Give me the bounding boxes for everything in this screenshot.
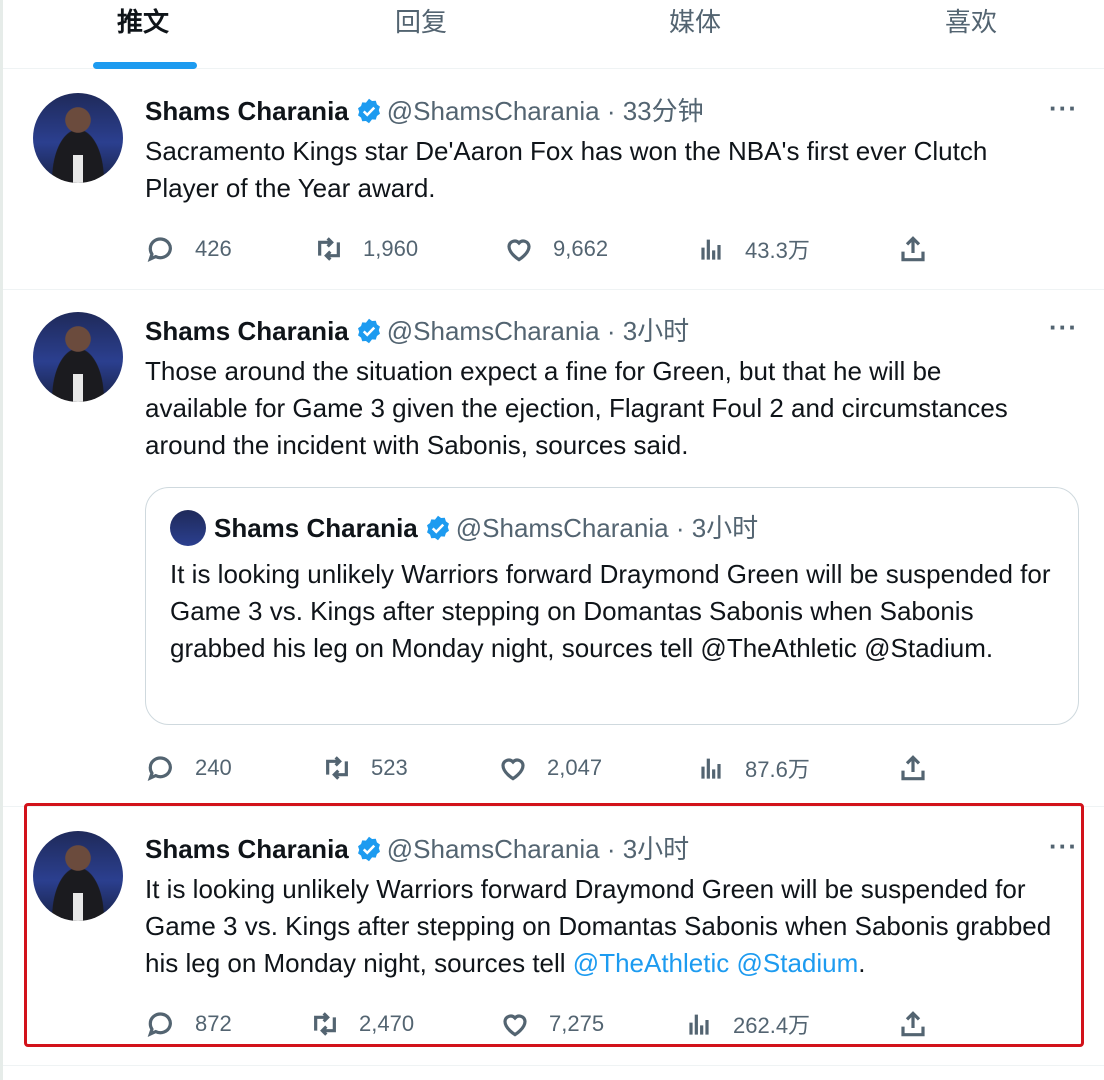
reply-icon xyxy=(147,756,172,781)
analytics-icon xyxy=(701,758,721,779)
retweet-button[interactable]: 1,960 xyxy=(313,229,418,269)
like-count: 9,662 xyxy=(553,236,609,261)
views-button[interactable]: 87.6万 xyxy=(695,748,810,788)
tweet[interactable]: Shams Charania @ShamsCharania · 3小时 ··· T… xyxy=(3,290,1104,807)
tab-likes[interactable]: 喜欢 xyxy=(871,0,1071,68)
retweet-icon xyxy=(318,237,340,261)
retweet-icon xyxy=(326,756,348,780)
author-name[interactable]: Shams Charania xyxy=(145,316,349,346)
tab-replies[interactable]: 回复 xyxy=(321,0,521,68)
heart-icon xyxy=(507,239,531,262)
retweet-count: 1,960 xyxy=(363,236,419,261)
share-button[interactable] xyxy=(897,229,929,269)
avatar[interactable] xyxy=(33,312,123,402)
share-icon xyxy=(901,236,925,262)
quoted-tweet-text: It is looking unlikely Warriors forward … xyxy=(170,559,1051,663)
tweet-text: Sacramento Kings star De'Aaron Fox has w… xyxy=(145,136,988,203)
views-button[interactable]: 43.3万 xyxy=(695,229,810,269)
more-options-icon[interactable]: ··· xyxy=(1049,312,1078,343)
quoted-author-name: Shams Charania xyxy=(214,513,418,543)
profile-tabs: 推文 回复 媒体 喜欢 xyxy=(3,0,1104,69)
tab-media[interactable]: 媒体 xyxy=(595,0,795,68)
share-icon xyxy=(901,755,925,781)
tweet-actions: 426 1,960 9,662 43.3万 xyxy=(145,229,945,269)
reply-count: 426 xyxy=(195,236,232,261)
tweet-time[interactable]: · 33分钟 xyxy=(607,96,704,126)
like-count: 2,047 xyxy=(547,755,603,780)
more-options-icon[interactable]: ··· xyxy=(1049,93,1078,124)
view-count: 43.3万 xyxy=(745,238,810,263)
reply-count: 240 xyxy=(195,755,232,780)
like-button[interactable]: 9,662 xyxy=(503,229,608,269)
reply-button[interactable]: 426 xyxy=(145,229,232,269)
quoted-header: Shams Charania @ShamsCharania · 3小时 xyxy=(214,508,758,548)
verified-badge-icon xyxy=(357,318,380,344)
heart-icon xyxy=(501,758,525,781)
verified-badge-icon xyxy=(357,98,380,124)
tweet-header: Shams Charania @ShamsCharania · 3小时 xyxy=(145,311,689,351)
highlight-box xyxy=(24,803,1084,1047)
tweet-header: Shams Charania @ShamsCharania · 33分钟 xyxy=(145,91,704,131)
author-handle[interactable]: @ShamsCharania xyxy=(387,96,600,126)
analytics-icon xyxy=(701,239,721,260)
retweet-count: 523 xyxy=(371,755,408,780)
tweet-time[interactable]: · 3小时 xyxy=(607,316,689,346)
view-count: 87.6万 xyxy=(745,757,810,782)
active-tab-indicator xyxy=(93,62,197,69)
avatar[interactable] xyxy=(33,93,123,183)
quoted-tweet[interactable]: Shams Charania @ShamsCharania · 3小时 It is… xyxy=(145,487,1079,725)
retweet-button[interactable]: 523 xyxy=(321,748,408,788)
quoted-avatar xyxy=(170,510,206,546)
quoted-tweet-time: · 3小时 xyxy=(675,513,759,543)
author-handle[interactable]: @ShamsCharania xyxy=(387,316,600,346)
reply-icon xyxy=(147,237,172,262)
verified-badge-icon xyxy=(426,515,449,541)
tweet-actions: 240 523 2,047 87.6万 xyxy=(145,748,945,788)
share-button[interactable] xyxy=(897,748,929,788)
author-name[interactable]: Shams Charania xyxy=(145,96,349,126)
quoted-author-handle: @ShamsCharania xyxy=(455,513,669,543)
tab-posts[interactable]: 推文 xyxy=(43,0,243,68)
tweet[interactable]: Shams Charania @ShamsCharania · 33分钟 ··· … xyxy=(3,69,1104,290)
like-button[interactable]: 2,047 xyxy=(497,748,602,788)
reply-button[interactable]: 240 xyxy=(145,748,232,788)
tweet-text: Those around the situation expect a fine… xyxy=(145,356,1008,460)
